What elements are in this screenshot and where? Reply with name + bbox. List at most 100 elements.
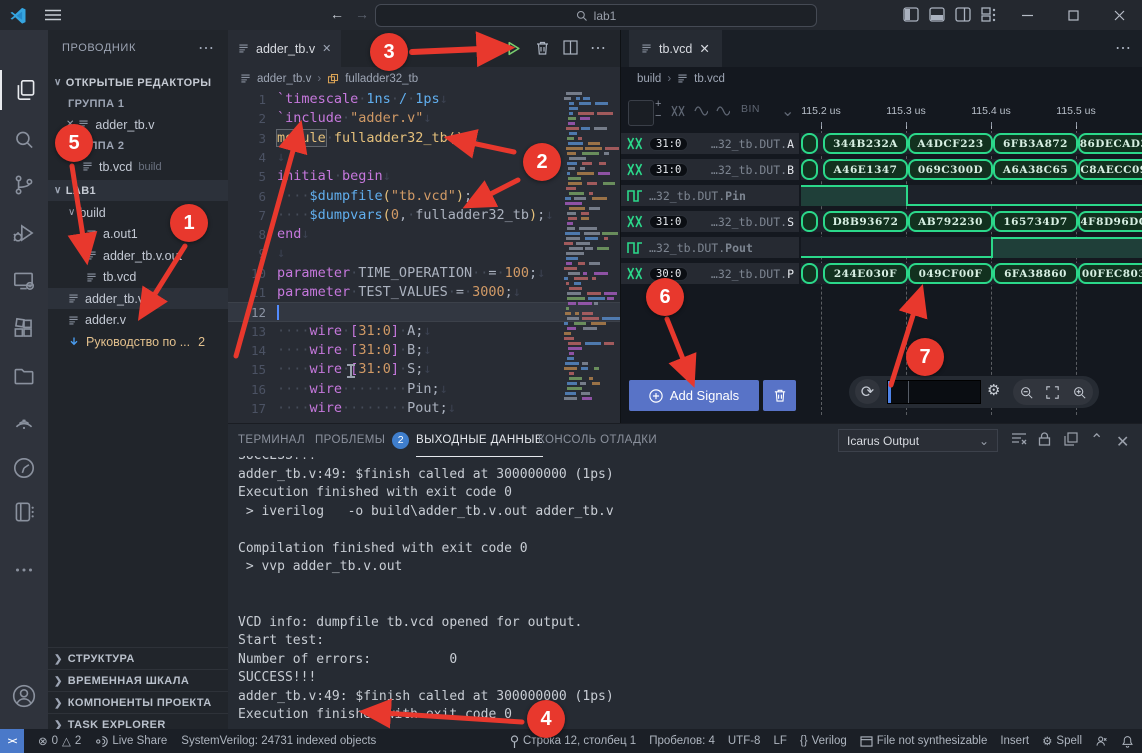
sidebar-more-icon[interactable]: ⋯ <box>198 38 214 58</box>
signal-row-A[interactable]: 31:0…32_tb.DUT.A <box>621 133 799 154</box>
tree-item-открытые-редакторы[interactable]: ∨ОТКРЫТЫЕ РЕДАКТОРЫ <box>48 72 228 93</box>
notebook-activity-icon[interactable] <box>0 492 48 532</box>
remove-signals-button[interactable] <box>763 380 796 411</box>
close-tab-icon[interactable]: ✕ <box>322 42 331 55</box>
language-mode[interactable]: {}Verilog <box>800 735 847 747</box>
spell-checker[interactable]: ⚙Spell <box>1042 734 1082 748</box>
code-line-6[interactable]: 6····$dumpfile("tb.vcd");↓ <box>228 187 620 206</box>
wave-select-box[interactable] <box>628 100 654 126</box>
tree-item-руководство-по-...[interactable]: Руководство по ...2 <box>48 331 228 352</box>
feedback-icon[interactable] <box>1095 735 1108 748</box>
signal-row-B[interactable]: 31:0…32_tb.DUT.B <box>621 159 799 180</box>
code-line-1[interactable]: 1`timescale·1ns·/·1ps↓ <box>228 90 620 109</box>
account-activity-icon[interactable] <box>0 676 48 716</box>
synthesis-status[interactable]: File not synthesizable <box>860 735 988 747</box>
wave-more-icon[interactable]: ⋯ <box>1115 38 1131 58</box>
minimize-button[interactable] <box>1004 0 1050 30</box>
lock-icon[interactable] <box>1038 432 1051 446</box>
tree-item-adder-tb.v.out[interactable]: adder_tb.v.out <box>48 245 228 266</box>
sidebar-section-компоненты-проекта[interactable]: ❯КОМПОНЕНТЫ ПРОЕКТА <box>48 691 228 714</box>
zoom-minus-icon[interactable]: − <box>655 110 661 122</box>
code-editor[interactable]: 1`timescale·1ns·/·1ps↓2`include·"adder.v… <box>228 90 620 423</box>
menu-icon[interactable] <box>45 9 61 21</box>
problems-status[interactable]: ⊗0 △2 <box>38 734 81 748</box>
search-activity-icon[interactable] <box>0 120 48 160</box>
project-manager-activity-icon[interactable] <box>0 356 48 396</box>
format-select[interactable]: BIN <box>741 103 760 115</box>
code-line-10[interactable]: 10parameter·TIME_OPERATION··=·100;↓ <box>228 264 620 283</box>
split-editor-icon[interactable] <box>563 40 578 55</box>
analog-format-icon[interactable] <box>694 106 708 116</box>
nav-forward-icon[interactable]: → <box>355 6 369 22</box>
zoom-in-icon[interactable] <box>1073 386 1086 399</box>
indentation-status[interactable]: Пробелов: 4 <box>649 735 715 747</box>
search-command-center[interactable]: lab1 <box>375 4 817 27</box>
remote-indicator[interactable]: >< <box>0 729 24 753</box>
signal-row-Pout[interactable]: …32_tb.DUT.Pout <box>621 237 799 258</box>
code-line-4[interactable]: 4↓ <box>228 148 620 167</box>
code-line-17[interactable]: 17····wire········Pout;↓ <box>228 399 620 418</box>
bus-format-icon[interactable] <box>671 105 685 117</box>
settings-gear-icon[interactable]: ⚙ <box>987 381 1000 399</box>
code-line-5[interactable]: 5initial·begin↓ <box>228 167 620 186</box>
toggle-sidebar-left-icon[interactable] <box>903 7 919 22</box>
source-control-activity-icon[interactable] <box>0 165 48 205</box>
add-signals-button[interactable]: Add Signals <box>629 380 759 411</box>
zoom-fit-icon[interactable] <box>1046 386 1059 399</box>
signal-row-P[interactable]: 30:0…32_tb.DUT.P <box>621 263 799 284</box>
panel-tab-терминал[interactable]: ТЕРМИНАЛ <box>238 424 305 456</box>
zoom-out-icon[interactable] <box>1020 386 1033 399</box>
encoding-status[interactable]: UTF-8 <box>728 735 761 747</box>
tree-item-adder.v[interactable]: adder.v <box>48 310 228 331</box>
notifications-bell-icon[interactable] <box>1121 735 1134 748</box>
toggle-sidebar-right-icon[interactable] <box>955 7 971 22</box>
minimap[interactable] <box>563 92 609 410</box>
maximize-button[interactable] <box>1050 0 1096 30</box>
wave-minimap-scrubber[interactable] <box>887 380 981 404</box>
editor-more-icon[interactable]: ⋯ <box>590 38 606 58</box>
sidebar-section-временная-шкала[interactable]: ❯ВРЕМЕННАЯ ШКАЛА <box>48 669 228 692</box>
close-panel-icon[interactable]: ✕ <box>1116 432 1129 452</box>
wavetrace-activity-icon[interactable] <box>0 402 48 442</box>
run-button[interactable] <box>505 40 522 57</box>
panel-tab-консоль-отладки[interactable]: КОНСОЛЬ ОТЛАДКИ <box>538 424 657 456</box>
signal-row-S[interactable]: 31:0…32_tb.DUT.S <box>621 211 799 232</box>
code-line-12[interactable]: 12 <box>228 302 620 321</box>
breadcrumb-symbol[interactable]: fulladder32_tb <box>345 73 418 85</box>
sidebar-section-структура[interactable]: ❯СТРУКТУРА <box>48 647 228 670</box>
timing-activity-icon[interactable] <box>0 448 48 488</box>
tab-tb-vcd[interactable]: tb.vcd ✕ <box>629 30 722 67</box>
code-line-3[interactable]: 3module·fulladder32_tb();↓ <box>228 129 620 148</box>
nav-back-icon[interactable]: ← <box>330 6 344 22</box>
explorer-activity-icon[interactable] <box>0 70 50 110</box>
indexer-status[interactable]: SystemVerilog: 24731 indexed objects <box>181 735 376 747</box>
output-channel-select[interactable]: Icarus Output ⌄ <box>838 429 998 452</box>
live-share-button[interactable]: Live Share <box>95 735 167 748</box>
code-line-7[interactable]: 7····$dumpvars(0,·fulladder32_tb);↓ <box>228 206 620 225</box>
tree-item-adder-tb.v[interactable]: adder_tb.v <box>48 288 228 309</box>
maximize-panel-icon[interactable]: ⌃ <box>1090 430 1103 450</box>
tab-adder-tb[interactable]: adder_tb.v ✕ <box>228 30 341 67</box>
tree-item-группа-1[interactable]: ГРУППА 1 <box>48 93 228 114</box>
code-line-15[interactable]: 15····wire·[31:0]·S;↓ <box>228 360 620 379</box>
breadcrumb-folder[interactable]: build <box>637 73 661 85</box>
signal-row-Pin[interactable]: …32_tb.DUT.Pin <box>621 185 799 206</box>
code-line-2[interactable]: 2`include·"adder.v"↓ <box>228 109 620 128</box>
tree-item-tb.vcd[interactable]: tb.vcd <box>48 267 228 288</box>
more-activity-icon[interactable] <box>0 550 48 590</box>
panel-tab-выходные-данные[interactable]: ВЫХОДНЫЕ ДАННЫЕ <box>416 424 543 457</box>
code-line-13[interactable]: 13····wire·[31:0]·A;↓ <box>228 322 620 341</box>
close-window-button[interactable] <box>1096 0 1142 30</box>
output-log[interactable]: SUCCESS!!!adder_tb.v:49: $finish called … <box>238 447 1128 730</box>
panel-tab-проблемы[interactable]: ПРОБЛЕМЫ2 <box>315 424 409 456</box>
analog-format-icon-2[interactable] <box>716 106 730 116</box>
insert-mode[interactable]: Insert <box>1000 735 1029 747</box>
clear-output-icon[interactable] <box>1011 432 1027 446</box>
close-tab-icon[interactable]: ✕ <box>699 41 709 56</box>
extensions-activity-icon[interactable] <box>0 309 48 349</box>
breadcrumb-file[interactable]: adder_tb.v <box>257 73 311 85</box>
customize-layout-icon[interactable] <box>981 7 997 22</box>
code-line-9[interactable]: 9↓ <box>228 244 620 263</box>
run-debug-activity-icon[interactable] <box>0 213 48 253</box>
code-line-11[interactable]: 11parameter·TEST_VALUES·=·3000;↓ <box>228 283 620 302</box>
